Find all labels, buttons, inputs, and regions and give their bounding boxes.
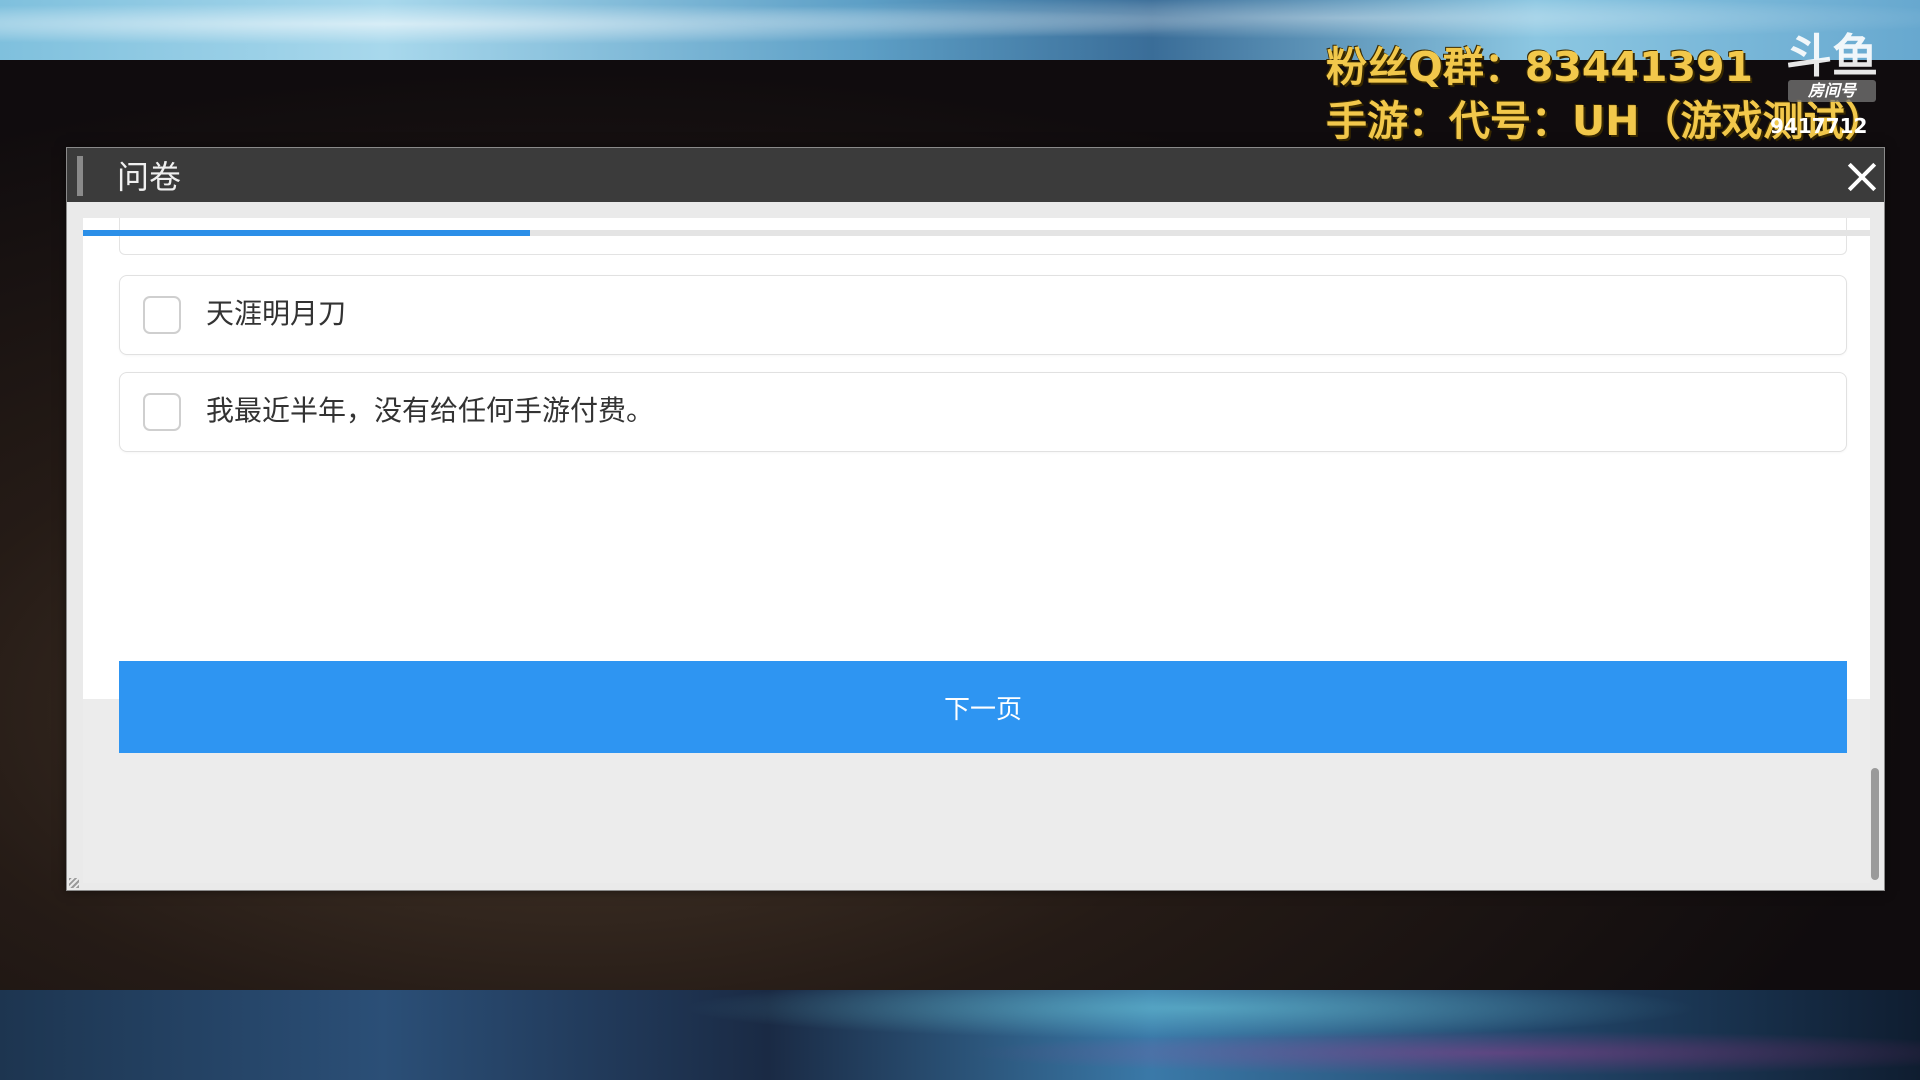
douyu-logo: 斗鱼 房间号 9417712: [1770, 29, 1882, 138]
option-label: 天涯明月刀: [206, 297, 347, 330]
titlebar-accent: [77, 156, 83, 196]
previous-option-card[interactable]: [119, 218, 1847, 255]
checkbox[interactable]: [143, 296, 181, 334]
option-tianya-mingyuedao[interactable]: 天涯明月刀: [119, 275, 1847, 355]
close-icon[interactable]: [1842, 158, 1880, 196]
room-number: 9417712: [1770, 114, 1868, 138]
next-page-button[interactable]: 下一页: [119, 661, 1847, 753]
option-no-payment[interactable]: 我最近半年，没有给任何手游付费。: [119, 372, 1847, 452]
dialog-title: 问卷: [117, 158, 182, 196]
room-label: 房间号: [1788, 80, 1876, 102]
checkbox[interactable]: [143, 393, 181, 431]
progress-bar: [83, 230, 1870, 236]
option-label: 我最近半年，没有给任何手游付费。: [206, 394, 655, 427]
survey-dialog: 问卷 天涯明月刀 我最近半年，没有给任何手游付费。 下一页: [66, 147, 1885, 891]
dialog-titlebar[interactable]: 问卷: [67, 148, 1884, 202]
scrollbar[interactable]: [1871, 768, 1879, 880]
background-bottom-scenery: [0, 990, 1920, 1080]
survey-content: 天涯明月刀 我最近半年，没有给任何手游付费。 下一页: [83, 218, 1870, 883]
resize-grip-icon[interactable]: [69, 878, 79, 888]
progress-fill: [83, 230, 530, 236]
logo-glyph: 斗鱼: [1786, 29, 1878, 83]
